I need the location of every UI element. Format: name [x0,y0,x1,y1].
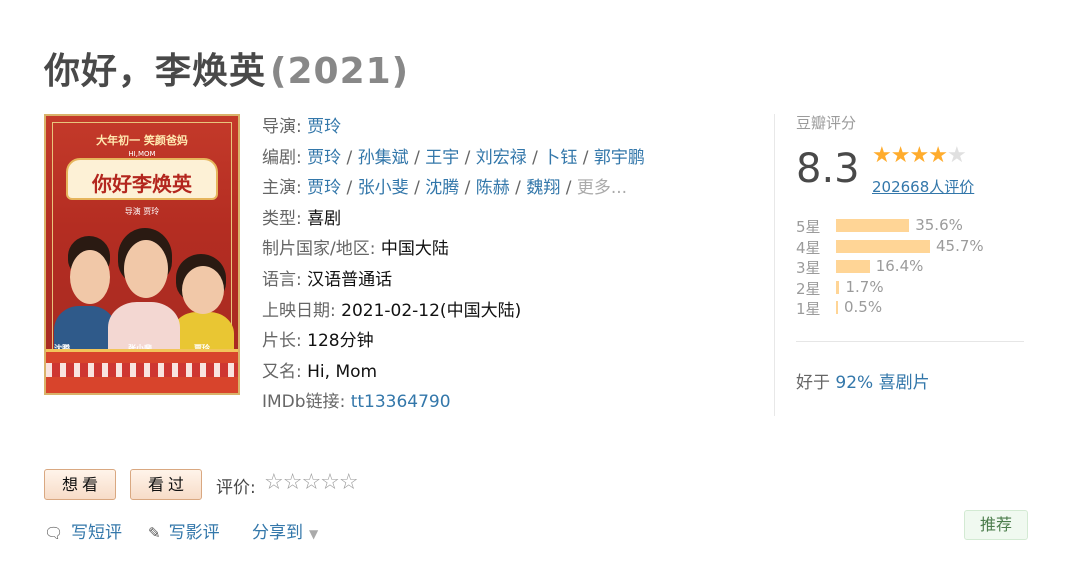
recommend-button[interactable]: 推荐 [964,510,1028,540]
director-label: 导演 [262,117,296,137]
info-row-director: 导演: 贾玲 [262,117,342,137]
cast-label: 主演 [262,178,296,199]
rating-bar-label: 1星 [796,300,821,318]
info-row-aka: 又名: Hi, Mom [262,361,378,382]
better-than-prefix: 好于 [796,373,830,393]
release-value: 2021-02-12(中国大陆) [341,300,522,321]
movie-poster[interactable]: 大年初一 笑颜爸妈 HI,MOM 你好李焕英 导演 贾玲 沈腾 张小斐 贾玲 [44,114,240,395]
cast-link[interactable]: 沈腾 [425,178,459,198]
chevron-down-icon: ▼ [309,527,319,541]
info-row-imdb: IMDb链接: tt13364790 [262,392,451,413]
pencil-icon: ✎ [148,524,161,542]
genre-value: 喜剧 [307,208,342,229]
rating-bar-label: 3星 [796,259,821,277]
cast-link[interactable]: 魏翔 [526,178,560,198]
write-short-review-label: 写短评 [71,523,123,543]
movie-title: 你好，李焕英 [44,51,267,92]
imdb-label: IMDb链接 [262,392,340,413]
write-review-label: 写影评 [168,523,220,543]
rating-bar-percent: 16.4% [875,257,924,275]
director-link[interactable]: 贾玲 [307,117,341,137]
language-label: 语言 [262,269,296,290]
cast-more-link[interactable]: 更多... [577,178,627,198]
rating-bar [836,239,930,253]
aka-value: Hi, Mom [307,361,378,382]
info-row-runtime: 片长: 128分钟 [262,331,374,352]
release-label: 上映日期 [262,300,330,321]
country-value: 中国大陆 [380,239,449,260]
write-review-link[interactable]: ✎ 写影评 [148,518,220,543]
info-row-release: 上映日期: 2021-02-12(中国大陆) [262,300,522,321]
poster-top-text: 大年初一 笑颜爸妈 [96,134,188,147]
star-empty-icon: ★ [946,143,967,168]
star-filled-icon: ★ [909,143,929,168]
star-filled-icon: ★ [928,143,948,168]
runtime-value: 128分钟 [307,331,374,352]
rating-bar [836,260,870,273]
poster-director-tag: 导演 贾玲 [124,207,160,216]
info-row-language: 语言: 汉语普通话 [262,269,393,290]
share-link[interactable]: 分享到 ▼ [252,518,318,543]
share-label: 分享到 [252,523,303,543]
rating-divider [796,341,1024,342]
star-filled-icon: ★ [872,143,892,168]
better-than-genre[interactable]: 喜剧片 [879,373,930,393]
rating-score: 8.3 [796,146,860,192]
rating-bar-label: 2星 [796,279,821,298]
info-row-genre: 类型: 喜剧 [262,208,342,229]
page-title: 你好，李焕英 (2021) [44,42,409,94]
rating-panel: 豆瓣评分 8.3 ★★★★★ 202668人评价 5星 35.6% 4星 45.… [796,112,1024,393]
cast-link[interactable]: 张小斐 [358,178,409,198]
language-value: 汉语普通话 [307,269,393,290]
rating-bar-percent: 0.5% [844,298,883,316]
movie-info: 导演: 贾玲 编剧: 贾玲 / 孙集斌 / 王宇 / 刘宏禄 / 卜钰 / 郭宇… [262,112,645,418]
cast-link[interactable]: 贾玲 [307,178,341,198]
rating-label: 豆瓣评分 [796,114,857,132]
runtime-label: 片长 [262,331,296,352]
writer-link[interactable]: 郭宇鹏 [594,148,645,168]
poster-figure-right-face [182,266,224,314]
poster-banner: HI,MOM 你好李焕英 [66,150,218,200]
aka-label: 又名 [262,361,296,382]
rating-bar-percent: 1.7% [845,277,884,296]
rating-bar-label: 4星 [796,238,821,257]
cast-link[interactable]: 陈赫 [476,178,510,198]
genre-label: 类型 [262,208,296,229]
imdb-link[interactable]: tt13364790 [351,392,451,412]
info-row-cast: 主演: 贾玲 / 张小斐 / 沈腾 / 陈赫 / 魏翔 / 更多... [262,178,628,199]
info-row-country: 制片国家/地区: 中国大陆 [262,239,449,260]
rating-count-link[interactable]: 202668人评价 [872,176,974,197]
writer-link[interactable]: 卜钰 [543,148,577,168]
star-filled-icon: ★ [890,143,911,168]
writer-link[interactable]: 贾玲 [307,148,341,168]
poster-banner-sub: HI,MOM [128,150,156,158]
movie-year: (2021) [270,51,410,92]
rating-bar-percent: 45.7% [936,236,984,255]
rating-bar [836,301,838,314]
better-than-percent[interactable]: 92% [835,373,873,393]
better-than: 好于 92% 喜剧片 [796,368,930,393]
rating-bar-label: 5星 [796,218,821,236]
writer-label: 编剧 [262,147,296,168]
poster-banner-title: 你好李焕英 [92,172,192,196]
rate-label: 评价: [216,478,256,498]
rate-stars-input[interactable]: ☆☆☆☆☆ [264,470,359,495]
poster-figure-left-face [70,250,110,304]
rating-bar [836,280,840,294]
poster-figure-center-face [124,240,168,298]
want-to-watch-button[interactable]: 想看 [44,469,116,500]
write-short-review-link[interactable]: 🗨︎ 写短评 [44,518,122,543]
writer-link[interactable]: 孙集斌 [358,148,409,168]
writer-link[interactable]: 刘宏禄 [476,148,527,168]
rating-stars: ★★★★★ [872,143,967,168]
writer-link[interactable]: 王宇 [425,148,459,168]
poster-stage-band [46,363,238,377]
watched-button[interactable]: 看过 [130,469,202,500]
rating-bar [836,219,910,232]
country-label: 制片国家/地区 [262,239,370,260]
comment-icon: 🗨︎ [44,524,64,542]
info-row-writers: 编剧: 贾玲 / 孙集斌 / 王宇 / 刘宏禄 / 卜钰 / 郭宇鹏 [262,147,645,168]
section-divider [774,114,775,416]
rating-bar-percent: 35.6% [915,216,963,234]
